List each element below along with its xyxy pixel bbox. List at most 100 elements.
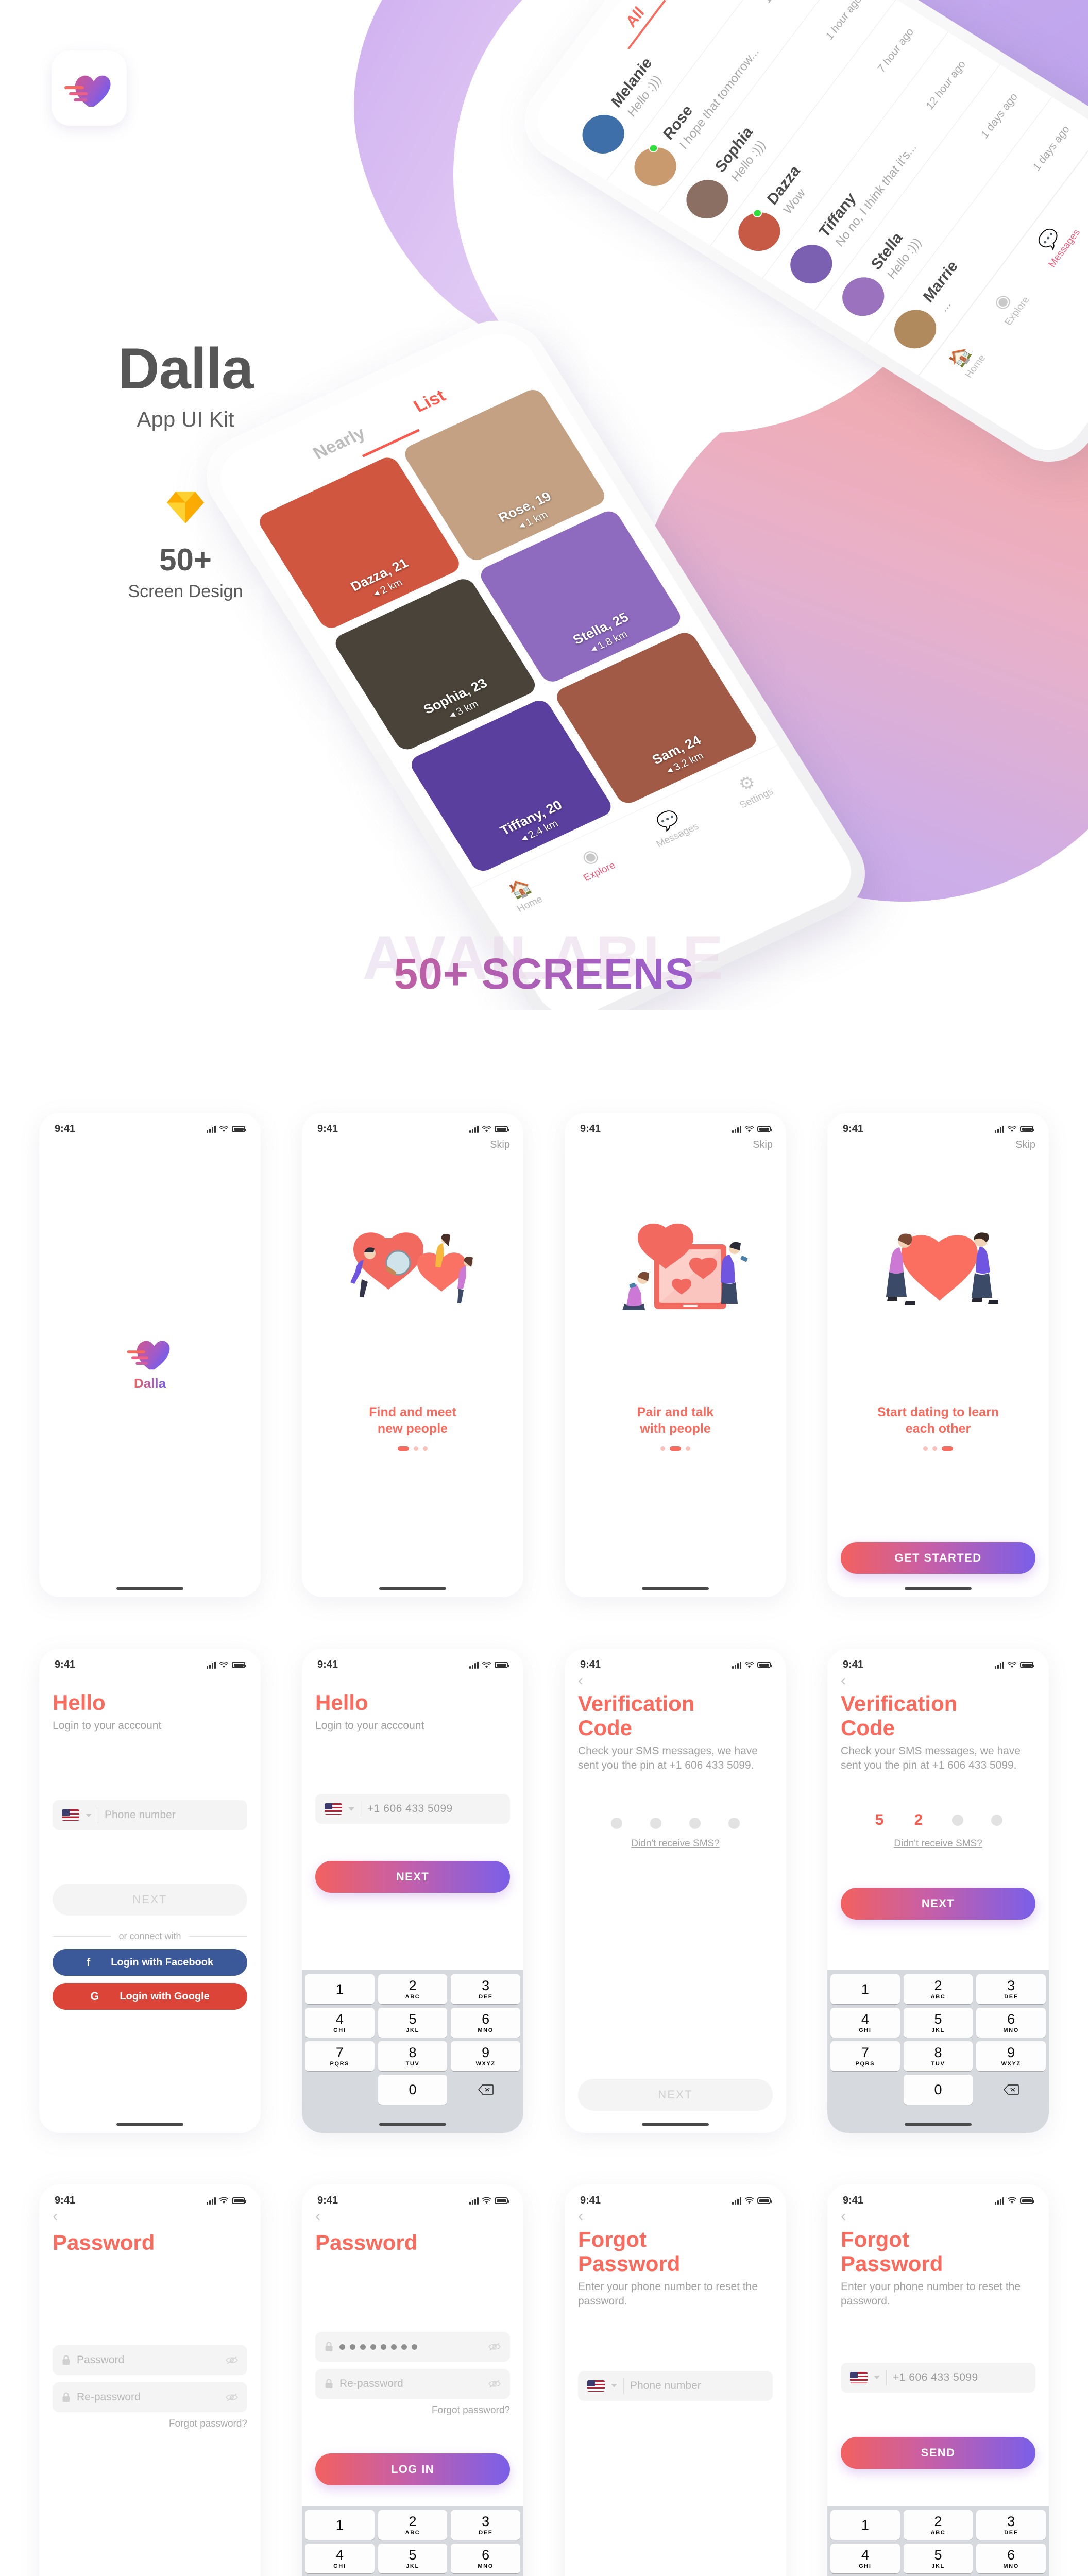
chevron-down-icon[interactable] [611,2384,617,2388]
keypad-key-9[interactable]: 9 WXYZ [976,2041,1046,2071]
keypad-key-2[interactable]: 2 ABC [378,1974,448,2004]
battery-icon [495,2197,509,2204]
get-started-button[interactable]: GET STARTED [841,1542,1035,1574]
login-button[interactable]: LOG IN [315,2453,510,2486]
tabbar-item-home[interactable]: 🏠 Home [944,341,989,380]
password-field[interactable] [315,2332,510,2362]
keypad-key-6[interactable]: 6 MNO [976,2544,1046,2573]
code-digit-empty[interactable] [991,1814,1002,1826]
next-button[interactable]: NEXT [841,1887,1035,1920]
back-button[interactable]: ‹ [578,2209,773,2224]
chevron-down-icon[interactable] [874,2376,880,2380]
tabbar-item-settings[interactable]: ⚙ Settings [725,767,776,811]
keypad-key-5[interactable]: 5 JKL [903,2008,973,2038]
code-digit-empty[interactable] [650,1817,661,1829]
keypad-key-3[interactable]: 3 DEF [976,2510,1046,2540]
keypad-key-7[interactable]: 7 PQRS [830,2041,900,2071]
pagination-dot[interactable] [923,1446,928,1451]
keypad-key-4[interactable]: 4 GHI [305,2008,375,2038]
next-button[interactable]: NEXT [578,2079,773,2111]
back-button[interactable]: ‹ [315,2209,510,2224]
tabbar-item-explore[interactable]: ◉ Explore [983,283,1032,328]
tabbar-item-explore[interactable]: ◉ Explore [569,841,618,884]
skip-button[interactable]: Skip [1015,1139,1035,1151]
keypad-key-7[interactable]: 7 PQRS [305,2041,375,2071]
explore-tab-list[interactable]: List [410,386,449,417]
keypad-key-4[interactable]: 4 GHI [830,2008,900,2038]
keypad-key-1[interactable]: 1 [305,1974,375,2004]
keypad-key-3[interactable]: 3 DEF [451,1974,520,2004]
password-field[interactable]: Password [53,2345,247,2376]
pagination-dot[interactable] [398,1446,409,1451]
keypad-key-1[interactable]: 1 [305,2510,375,2540]
tabbar-item-messages[interactable]: 💬 Messages [642,802,701,850]
next-button[interactable]: NEXT [53,1884,247,1916]
phone-number-field[interactable]: Phone number [578,2370,773,2401]
explore-tab-nearly[interactable]: Nearly [310,423,369,463]
eye-off-icon[interactable] [226,2355,238,2365]
code-digit[interactable]: 5 [874,1811,885,1829]
resend-sms-link[interactable]: Didn't receive SMS? [841,1838,1035,1850]
keypad-key-5[interactable]: 5 JKL [378,2544,448,2573]
keypad-key-6[interactable]: 6 MNO [451,2544,520,2573]
pagination-dot[interactable] [670,1446,681,1451]
chevron-down-icon[interactable] [348,1807,354,1811]
pagination-dot[interactable] [423,1446,428,1451]
forgot-password-link[interactable]: Forgot password? [53,2418,247,2430]
backspace-icon[interactable] [451,2075,520,2105]
eye-off-icon[interactable] [488,2342,501,2351]
facebook-login-button[interactable]: f Login with Facebook [53,1949,247,1976]
skip-button[interactable]: Skip [753,1139,773,1151]
chevron-down-icon[interactable] [86,1813,92,1817]
keypad-key-9[interactable]: 9 WXYZ [451,2041,520,2071]
keypad-key-2[interactable]: 2 ABC [378,2510,448,2540]
phone-number-field[interactable]: Phone number [53,1800,247,1831]
keypad-key-8[interactable]: 8 TUV [378,2041,448,2071]
google-login-button[interactable]: G Login with Google [53,1983,247,2010]
skip-button[interactable]: Skip [490,1139,510,1151]
code-digit[interactable]: 2 [913,1811,924,1829]
keypad-key-3[interactable]: 3 DEF [976,1974,1046,2004]
keypad-key-2[interactable]: 2 ABC [903,2510,973,2540]
pagination-dot[interactable] [942,1446,953,1451]
pagination-dot[interactable] [414,1446,418,1451]
resend-sms-link[interactable]: Didn't receive SMS? [578,1838,773,1850]
send-button[interactable]: SEND [841,2436,1035,2469]
phone-number-field[interactable]: +1 606 433 5099 [315,1794,510,1824]
repassword-field[interactable]: Re-password [53,2382,247,2413]
back-button[interactable]: ‹ [53,2209,247,2224]
tabbar-item-settings[interactable]: ⚙ Settings [1078,156,1088,202]
back-button[interactable]: ‹ [841,1673,1035,1688]
keypad-key-3[interactable]: 3 DEF [451,2510,520,2540]
keypad-key-8[interactable]: 8 TUV [903,2041,973,2071]
phone-number-field[interactable]: +1 606 433 5099 [841,2362,1035,2393]
pagination-dot[interactable] [686,1446,690,1451]
keypad-key-1[interactable]: 1 [830,2510,900,2540]
keypad-key-5[interactable]: 5 JKL [378,2008,448,2038]
eye-off-icon[interactable] [226,2393,238,2402]
keypad-key-4[interactable]: 4 GHI [305,2544,375,2573]
forgot-password-link[interactable]: Forgot password? [315,2405,510,2416]
back-button[interactable]: ‹ [578,1673,773,1688]
keypad-key-6[interactable]: 6 MNO [451,2008,520,2038]
code-digit-empty[interactable] [728,1817,740,1829]
keypad-key-0[interactable]: 0 [378,2075,448,2105]
code-digit-empty[interactable] [952,1814,963,1826]
keypad-key-1[interactable]: 1 [830,1974,900,2004]
next-button[interactable]: NEXT [315,1861,510,1893]
code-digit-empty[interactable] [689,1817,701,1829]
code-digit-empty[interactable] [611,1817,622,1829]
keypad-key-0[interactable]: 0 [903,2075,973,2105]
tabbar-item-messages[interactable]: 💬 Messages [1027,215,1083,269]
pagination-dot[interactable] [660,1446,665,1451]
repassword-field[interactable]: Re-password [315,2369,510,2399]
keypad-key-2[interactable]: 2 ABC [903,1974,973,2004]
keypad-key-4[interactable]: 4 GHI [830,2544,900,2573]
pagination-dot[interactable] [932,1446,937,1451]
keypad-key-5[interactable]: 5 JKL [903,2544,973,2573]
keypad-key-6[interactable]: 6 MNO [976,2008,1046,2038]
backspace-icon[interactable] [976,2075,1046,2105]
eye-off-icon[interactable] [488,2379,501,2388]
tabbar-item-home[interactable]: 🏠 Home [503,875,545,915]
back-button[interactable]: ‹ [841,2209,1035,2224]
